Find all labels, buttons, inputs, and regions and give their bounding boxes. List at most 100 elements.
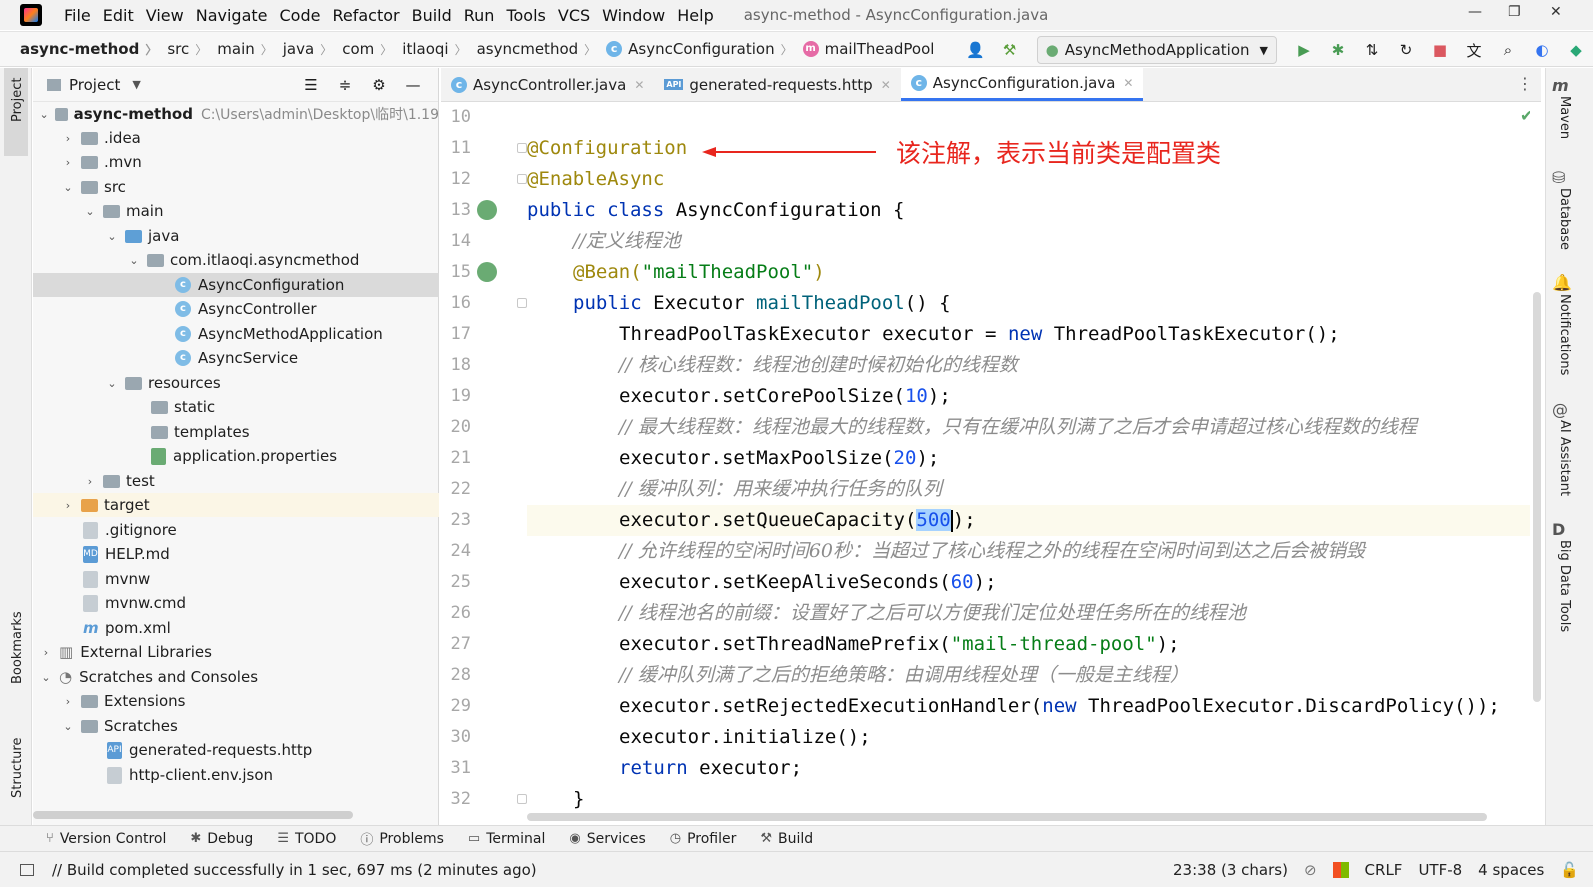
tree-item-resources[interactable]: ⌄ resources xyxy=(33,371,439,395)
menu-build[interactable]: Build xyxy=(406,6,458,25)
user-icon[interactable]: 👤 xyxy=(965,39,987,61)
tree-item-mvnw[interactable]: mvnw xyxy=(33,567,439,591)
tree-item-src[interactable]: ⌄ src xyxy=(33,175,439,199)
tree-item-static[interactable]: static xyxy=(33,395,439,419)
tree-item-pom-xml[interactable]: m pom.xml xyxy=(33,616,439,640)
spring-bean-gutter-icon[interactable] xyxy=(477,262,497,282)
minimize-icon[interactable]: — xyxy=(1468,4,1482,20)
stop-icon[interactable]: ■ xyxy=(1429,39,1451,61)
fold-marker-icon[interactable] xyxy=(517,298,527,308)
close-icon[interactable]: ✕ xyxy=(1550,4,1562,20)
ai-assistant-icon[interactable]: @ xyxy=(1552,400,1568,419)
stripe-bookmarks-label[interactable]: Bookmarks xyxy=(10,611,25,684)
profile-icon[interactable]: ↻ xyxy=(1395,39,1417,61)
chevron-down-icon[interactable]: ⌄ xyxy=(61,181,75,194)
update-icon[interactable]: ◐ xyxy=(1531,39,1553,61)
chevron-right-icon[interactable]: › xyxy=(61,695,75,708)
translate-icon[interactable]: 文 xyxy=(1463,39,1485,61)
menu-navigate[interactable]: Navigate xyxy=(190,6,274,25)
stripe-big-data-label[interactable]: Big Data Tools xyxy=(1557,540,1572,632)
breadcrumb-com[interactable]: com 〉 xyxy=(332,40,392,58)
menu-file[interactable]: File xyxy=(58,6,97,25)
caret-position[interactable]: 23:38 (3 chars) xyxy=(1173,861,1288,879)
tree-item-mvnw-cmd[interactable]: mvnw.cmd xyxy=(33,591,439,615)
breadcrumb-asyncmethod[interactable]: asyncmethod 〉 xyxy=(467,40,597,58)
tab-async-controller[interactable]: c AsyncController.java ✕ xyxy=(441,68,654,101)
tool-problems[interactable]: ⓘ Problems xyxy=(348,829,456,849)
tree-item-idea[interactable]: › .idea xyxy=(33,126,439,150)
expand-all-icon[interactable]: ☰ xyxy=(300,74,322,96)
line-separator[interactable]: CRLF xyxy=(1365,861,1403,879)
fold-marker-icon[interactable] xyxy=(517,794,527,804)
tree-item-gitignore[interactable]: .gitignore xyxy=(33,518,439,542)
stripe-database-label[interactable]: Database xyxy=(1557,188,1572,250)
chevron-down-icon[interactable]: ⌄ xyxy=(83,205,97,218)
menu-tools[interactable]: Tools xyxy=(500,6,551,25)
tree-item-application-properties[interactable]: application.properties xyxy=(33,444,439,468)
chevron-down-icon[interactable]: ▼ xyxy=(132,78,140,91)
tree-item-test[interactable]: › test xyxy=(33,469,439,493)
tree-item-external-libraries[interactable]: › ▥ External Libraries xyxy=(33,640,439,664)
tree-item-target[interactable]: › target xyxy=(33,493,439,517)
chevron-down-icon[interactable]: ⌄ xyxy=(105,377,119,390)
chevron-down-icon[interactable]: ⌄ xyxy=(39,671,53,684)
tree-item-templates[interactable]: templates xyxy=(33,420,439,444)
tree-item-asyncmethodapplication[interactable]: c AsyncMethodApplication xyxy=(33,322,439,346)
spring-bean-gutter-icon[interactable] xyxy=(477,200,497,220)
menu-vcs[interactable]: VCS xyxy=(552,6,596,25)
lock-icon[interactable]: 🔓 xyxy=(1560,861,1579,879)
scrollbar-thumb[interactable] xyxy=(1533,292,1541,702)
indent-setting[interactable]: 4 spaces xyxy=(1478,861,1544,879)
chevron-right-icon[interactable]: › xyxy=(61,132,75,145)
menu-run[interactable]: Run xyxy=(458,6,501,25)
more-tabs-icon[interactable]: ⋮ xyxy=(1517,74,1533,93)
stripe-ai-assistant-label[interactable]: AI Assistant xyxy=(1557,420,1572,496)
tree-item-root[interactable]: ⌄ async-method C:\Users\admin\Desktop\临时… xyxy=(33,102,439,126)
tree-item-java[interactable]: ⌄ java xyxy=(33,224,439,248)
stripe-structure-label[interactable]: Structure xyxy=(10,738,25,798)
gear-icon[interactable]: ⚙ xyxy=(368,74,390,96)
breadcrumb-method[interactable]: m mailTheadPool xyxy=(793,40,934,58)
tool-build[interactable]: ⚒ Build xyxy=(748,831,825,847)
menu-help[interactable]: Help xyxy=(671,6,719,25)
close-icon[interactable]: ✕ xyxy=(1123,76,1133,90)
debug-icon[interactable]: ✱ xyxy=(1327,39,1349,61)
tree-item-asyncservice[interactable]: c AsyncService xyxy=(33,346,439,370)
fold-marker-icon[interactable] xyxy=(517,143,527,153)
maximize-icon[interactable]: ❐ xyxy=(1508,4,1521,20)
bell-icon[interactable]: 🔔 xyxy=(1552,273,1572,292)
close-icon[interactable]: ✕ xyxy=(634,78,644,92)
chevron-down-icon[interactable]: ⌄ xyxy=(105,230,119,243)
close-icon[interactable]: ✕ xyxy=(881,78,891,92)
fold-marker-icon[interactable] xyxy=(517,174,527,184)
editor-vertical-scrollbar[interactable] xyxy=(1530,102,1544,810)
chevron-right-icon[interactable]: › xyxy=(61,156,75,169)
tree-item-main[interactable]: ⌄ main xyxy=(33,199,439,223)
tree-item-http-client-env[interactable]: http-client.env.json xyxy=(33,763,439,787)
menu-edit[interactable]: Edit xyxy=(97,6,140,25)
stripe-notifications-label[interactable]: Notifications xyxy=(1557,294,1572,375)
breadcrumb-class[interactable]: c AsyncConfiguration 〉 xyxy=(596,40,793,58)
tab-generated-requests[interactable]: API generated-requests.http ✕ xyxy=(654,68,900,101)
tool-services[interactable]: ◉ Services xyxy=(557,831,657,847)
code-editor[interactable]: @Configuration @EnableAsync public class… xyxy=(527,102,1530,810)
chevron-right-icon[interactable]: › xyxy=(39,646,53,659)
stripe-maven-label[interactable]: Maven xyxy=(1557,96,1572,139)
breadcrumb-itlaoqi[interactable]: itlaoqi 〉 xyxy=(392,40,466,58)
tab-async-configuration[interactable]: c AsyncConfiguration.java ✕ xyxy=(900,68,1144,101)
status-message[interactable]: // Build completed successfully in 1 sec… xyxy=(52,861,537,879)
chevron-down-icon[interactable]: ⌄ xyxy=(127,254,141,267)
tool-terminal[interactable]: ▭ Terminal xyxy=(456,831,557,847)
menu-code[interactable]: Code xyxy=(274,6,327,25)
chevron-right-icon[interactable]: › xyxy=(61,499,75,512)
tool-todo[interactable]: ☰ TODO xyxy=(265,831,348,847)
tree-item-extensions[interactable]: › Extensions xyxy=(33,689,439,713)
tool-debug[interactable]: ✱ Debug xyxy=(178,831,265,847)
search-icon[interactable]: ⌕ xyxy=(1497,39,1519,61)
tree-item-asynccontroller[interactable]: c AsyncController xyxy=(33,297,439,321)
breadcrumb-main[interactable]: main 〉 xyxy=(207,40,273,58)
tool-version-control[interactable]: ⑂ Version Control xyxy=(0,831,178,847)
database-icon[interactable]: ⛁ xyxy=(1552,168,1565,187)
menu-window[interactable]: Window xyxy=(596,6,671,25)
tree-item-package[interactable]: ⌄ com.itlaoqi.asyncmethod xyxy=(33,248,439,272)
